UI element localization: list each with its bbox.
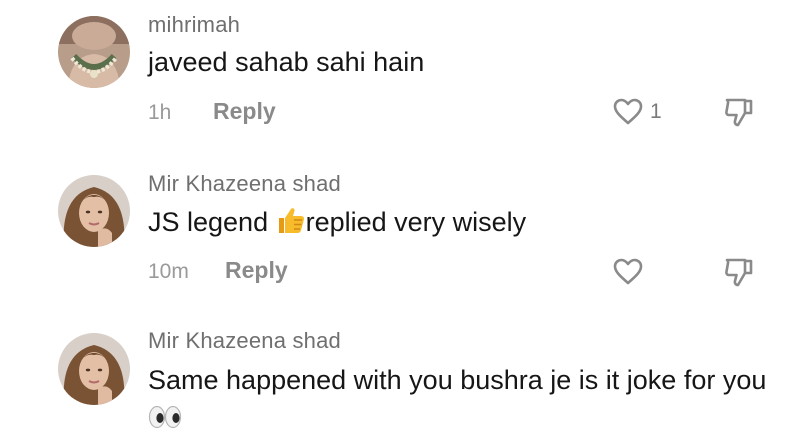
dislike-button[interactable] — [722, 255, 758, 291]
thumbs-up-emoji — [276, 205, 306, 244]
comment-item: Mir Khazeena shad Same happened with you… — [0, 310, 800, 430]
reply-button[interactable]: Reply — [213, 98, 276, 125]
comment-text-part: Same happened with you bushra je is it j… — [148, 365, 767, 395]
eyes-emoji — [148, 402, 182, 438]
dislike-button[interactable] — [722, 95, 758, 131]
like-button[interactable] — [612, 254, 666, 290]
comment-text: JS legend replied very wisely — [148, 204, 778, 244]
like-count: 1 — [650, 100, 662, 123]
username[interactable]: Mir Khazeena shad — [148, 328, 341, 354]
comment-text-part: JS legend — [148, 207, 276, 237]
dislike-icon — [725, 98, 753, 127]
comment-text-part: replied very wisely — [305, 207, 527, 237]
dislike-icon — [725, 258, 753, 287]
reply-button[interactable]: Reply — [225, 257, 288, 284]
comment-item: Mir Khazeena shad JS legend replied very… — [0, 150, 800, 310]
comment-text: javeed sahab sahi hain — [148, 47, 425, 77]
comment-time: 10m — [148, 260, 189, 283]
username[interactable]: mihrimah — [148, 12, 240, 38]
comment-text: Same happened with you bushra je is it j… — [148, 362, 778, 438]
avatar[interactable] — [58, 333, 130, 405]
comment-item: mihrimah javeed sahab sahi hain 1h Reply… — [0, 0, 800, 150]
heart-icon — [613, 98, 643, 125]
like-button[interactable]: 1 — [612, 94, 666, 130]
comment-time: 1h — [148, 101, 172, 124]
avatar[interactable] — [58, 16, 130, 88]
avatar[interactable] — [58, 175, 130, 247]
username[interactable]: Mir Khazeena shad — [148, 171, 341, 197]
heart-icon — [613, 258, 643, 285]
